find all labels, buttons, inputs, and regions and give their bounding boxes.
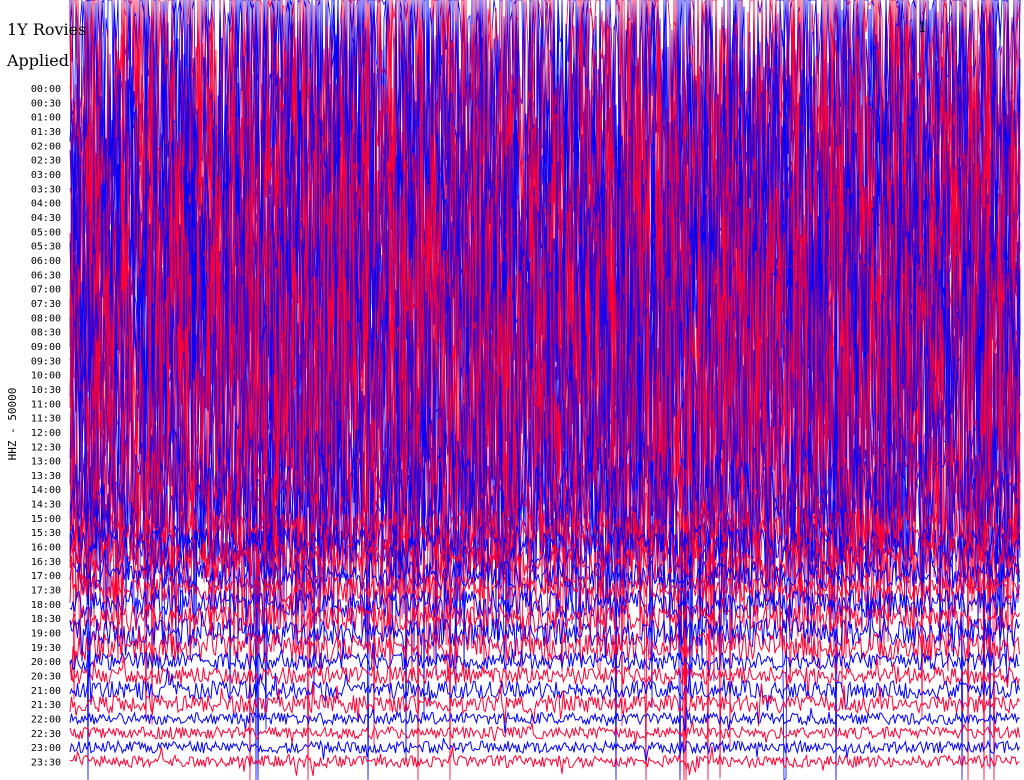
row-label: 07:30 <box>31 299 61 310</box>
row-label: 00:30 <box>31 98 61 109</box>
row-label: 17:00 <box>31 571 61 582</box>
row-label: 21:30 <box>31 700 61 711</box>
row-label: 12:30 <box>31 442 61 453</box>
row-label: 23:00 <box>31 743 61 754</box>
row-label: 11:00 <box>31 399 61 410</box>
row-label: 14:00 <box>31 485 61 496</box>
row-label: 18:00 <box>31 600 61 611</box>
row-label: 10:30 <box>31 385 61 396</box>
plot-title-right: 1 <box>918 20 927 36</box>
row-label: 09:30 <box>31 356 61 367</box>
row-label: 20:00 <box>31 657 61 668</box>
row-label: 20:30 <box>31 672 61 683</box>
row-label: 19:00 <box>31 629 61 640</box>
plot-title-station: 1Y Rovies <box>7 20 87 39</box>
row-label: 16:00 <box>31 543 61 554</box>
row-label: 06:30 <box>31 270 61 281</box>
row-label: 01:30 <box>31 127 61 138</box>
row-label: 15:00 <box>31 514 61 525</box>
row-label: 15:30 <box>31 528 61 539</box>
row-label: 13:00 <box>31 457 61 468</box>
row-label: 11:30 <box>31 414 61 425</box>
row-label: 09:00 <box>31 342 61 353</box>
row-label: 02:30 <box>31 156 61 167</box>
row-label: 10:00 <box>31 371 61 382</box>
row-label: 03:00 <box>31 170 61 181</box>
y-axis-label: HHZ - 50000 <box>6 388 19 461</box>
row-label: 17:30 <box>31 586 61 597</box>
row-label: 13:30 <box>31 471 61 482</box>
row-label: 04:30 <box>31 213 61 224</box>
plot-title-filter: Applied <box>7 51 69 70</box>
row-label: 06:00 <box>31 256 61 267</box>
row-label: 05:00 <box>31 227 61 238</box>
row-label: 07:00 <box>31 285 61 296</box>
row-label: 05:30 <box>31 242 61 253</box>
row-label: 01:00 <box>31 113 61 124</box>
row-label: 02:00 <box>31 141 61 152</box>
row-label: 08:00 <box>31 313 61 324</box>
row-label: 21:00 <box>31 686 61 697</box>
row-label: 03:30 <box>31 184 61 195</box>
row-label: 14:30 <box>31 500 61 511</box>
row-label: 12:00 <box>31 428 61 439</box>
row-label: 19:30 <box>31 643 61 654</box>
row-label: 18:30 <box>31 614 61 625</box>
row-label: 04:00 <box>31 199 61 210</box>
row-label: 08:30 <box>31 328 61 339</box>
row-label: 22:00 <box>31 715 61 726</box>
helicorder-plot: 00:00 00:30 01:00 01:30 02:00 02:30 03:00 03:30… <box>0 0 1024 780</box>
row-label: 00:00 <box>31 84 61 95</box>
row-label: 16:30 <box>31 557 61 568</box>
row-label: 22:30 <box>31 729 61 740</box>
row-label: 23:30 <box>31 758 61 769</box>
